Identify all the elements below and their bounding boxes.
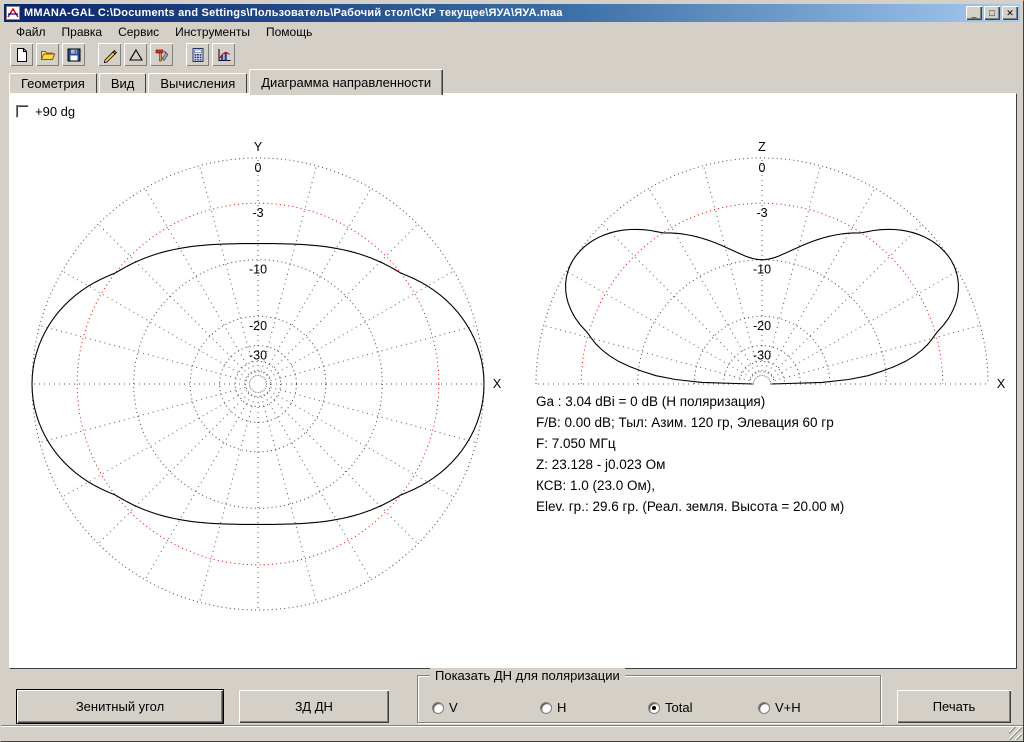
svg-text:-20: -20: [249, 319, 267, 333]
chart-button[interactable]: [212, 43, 235, 66]
radiation-pattern-plots: Y X 0 -3 -10 -20 -30 Z X 0 -3 -10 -20 -30: [10, 94, 1014, 668]
svg-text:-3: -3: [756, 206, 767, 220]
radio-total[interactable]: Total: [648, 700, 692, 715]
app-window: MMANA-GAL C:\Documents and Settings\Поль…: [0, 0, 1024, 742]
info-line-fb: F/B: 0.00 dB; Тыл: Азим. 120 гр, Элеваци…: [536, 412, 1016, 433]
plus90-checkbox-label: +90 dg: [35, 104, 75, 119]
radio-v-label: V: [449, 700, 458, 715]
status-bar: [1, 725, 1023, 741]
open-button[interactable]: [36, 43, 59, 66]
info-line-freq: F: 7.050 МГц: [536, 433, 1016, 454]
plus90-row: +90 dg: [16, 104, 75, 119]
open-folder-icon: [40, 47, 56, 63]
bottom-controls: Зенитный угол 3Д ДН Показать ДН для поля…: [1, 669, 1023, 727]
new-file-button[interactable]: [10, 43, 33, 66]
menu-item-help[interactable]: Помощь: [258, 23, 320, 41]
plus90-checkbox[interactable]: [16, 105, 29, 118]
menu-item-service[interactable]: Сервис: [110, 23, 167, 41]
window-controls: _ □ ✕: [966, 6, 1018, 20]
app-icon: [6, 6, 20, 20]
save-floppy-icon: [66, 47, 82, 63]
polarization-groupbox: Показать ДН для поляризации V H Total V+…: [417, 675, 881, 723]
pencil-icon: [102, 47, 118, 63]
info-line-elevation: Elev. гр.: 29.6 гр. (Реал. земля. Высота…: [536, 496, 1016, 517]
radio-h[interactable]: H: [540, 700, 566, 715]
tools-icon: [154, 47, 170, 63]
svg-text:Y: Y: [254, 140, 263, 154]
chart-icon: [216, 47, 232, 63]
svg-text:-3: -3: [252, 206, 263, 220]
tab-calculations[interactable]: Вычисления: [148, 73, 247, 94]
pattern-panel: Y X 0 -3 -10 -20 -30 Z X 0 -3 -10 -20 -30 +90 dg Ga :…: [9, 93, 1017, 669]
triangle-icon: [128, 47, 144, 63]
svg-text:-30: -30: [753, 349, 771, 363]
svg-text:Z: Z: [758, 140, 766, 154]
radio-total-label: Total: [665, 700, 692, 715]
radio-vh-circle: [758, 702, 770, 714]
calculator-icon: [190, 47, 206, 63]
tab-geometry[interactable]: Геометрия: [9, 73, 97, 94]
maximize-button[interactable]: □: [984, 6, 1000, 20]
polarization-group-label: Показать ДН для поляризации: [430, 668, 625, 683]
radio-h-label: H: [557, 700, 566, 715]
svg-text:-20: -20: [753, 319, 771, 333]
draw-wire-button[interactable]: [98, 43, 121, 66]
close-button[interactable]: ✕: [1002, 6, 1018, 20]
radio-vh[interactable]: V+H: [758, 700, 801, 715]
new-file-icon: [14, 47, 30, 63]
svg-text:-30: -30: [249, 349, 267, 363]
print-button[interactable]: Печать: [897, 690, 1011, 723]
minimize-button[interactable]: _: [966, 6, 982, 20]
radio-v[interactable]: V: [432, 700, 458, 715]
window-title: MMANA-GAL C:\Documents and Settings\Поль…: [24, 7, 966, 19]
resize-grip[interactable]: [1009, 727, 1022, 740]
svg-text:0: 0: [759, 161, 766, 175]
radio-h-circle: [540, 702, 552, 714]
svg-text:-10: -10: [249, 263, 267, 277]
3d-pattern-button[interactable]: 3Д ДН: [239, 690, 389, 723]
svg-text:0: 0: [255, 161, 262, 175]
radio-vh-label: V+H: [775, 700, 801, 715]
menu-bar: Файл Правка Сервис Инструменты Помощь: [4, 22, 1020, 41]
svg-text:X: X: [493, 377, 502, 391]
info-line-gain: Ga : 3.04 dBi = 0 dB (H поляризация): [536, 391, 1016, 412]
toolbar: [4, 41, 1020, 68]
svg-text:-10: -10: [753, 263, 771, 277]
tools-button[interactable]: [150, 43, 173, 66]
menu-item-file[interactable]: Файл: [8, 23, 54, 41]
radio-v-circle: [432, 702, 444, 714]
tab-bar: Геометрия Вид Вычисления Диаграмма напра…: [4, 68, 1020, 94]
calculate-button[interactable]: [186, 43, 209, 66]
triangle-button[interactable]: [124, 43, 147, 66]
tab-radiation-pattern[interactable]: Диаграмма направленности: [249, 69, 443, 95]
menu-item-edit[interactable]: Правка: [54, 23, 111, 41]
titlebar[interactable]: MMANA-GAL C:\Documents and Settings\Поль…: [4, 4, 1020, 22]
tab-view[interactable]: Вид: [99, 73, 147, 94]
result-info-block: Ga : 3.04 dBi = 0 dB (H поляризация) F/B…: [536, 391, 1016, 517]
menu-item-instruments[interactable]: Инструменты: [167, 23, 258, 41]
info-line-impedance: Z: 23.128 - j0.023 Ом: [536, 454, 1016, 475]
info-line-swr: КСВ: 1.0 (23.0 Ом),: [536, 475, 1016, 496]
radio-total-circle: [648, 702, 660, 714]
save-button[interactable]: [62, 43, 85, 66]
zenith-angle-button[interactable]: Зенитный угол: [17, 690, 223, 723]
svg-text:X: X: [997, 377, 1006, 391]
